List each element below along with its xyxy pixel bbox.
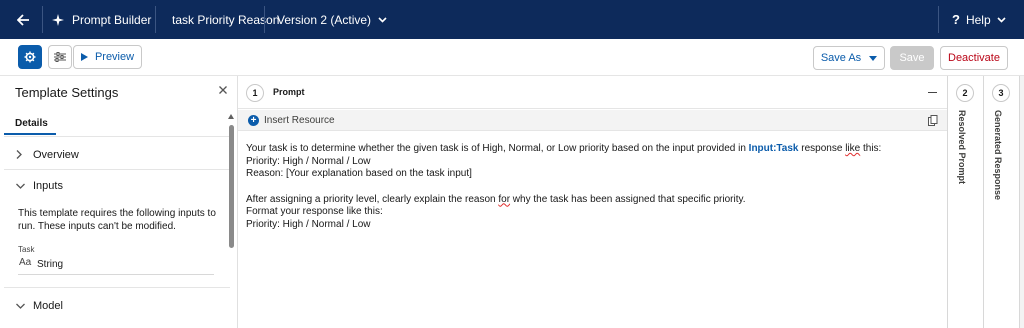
model-label: Model xyxy=(33,300,63,312)
save-as-label: Save As xyxy=(820,52,862,64)
back-button[interactable] xyxy=(4,3,42,36)
sliders-icon xyxy=(54,52,66,62)
nav-divider xyxy=(264,6,265,33)
version-selector[interactable]: Version 2 (Active) xyxy=(277,0,387,39)
prompt-line: Your task is to determine whether the gi… xyxy=(246,143,936,156)
configure-button[interactable] xyxy=(48,45,72,69)
app-title: Prompt Builder xyxy=(52,0,151,39)
section-inputs[interactable]: Inputs xyxy=(4,172,230,200)
field-underline xyxy=(18,274,214,275)
play-icon xyxy=(80,53,88,61)
scrollbar-thumb[interactable] xyxy=(229,125,234,248)
version-label: Version 2 (Active) xyxy=(277,12,372,27)
tab-details[interactable]: Details xyxy=(4,112,56,135)
add-circle-icon[interactable]: + xyxy=(248,115,259,126)
prompt-line: Priority: High / Normal / Low xyxy=(246,155,371,167)
einstein-sparkle-icon xyxy=(52,13,64,26)
tab-divider xyxy=(4,136,230,137)
section-overview[interactable]: Overview xyxy=(4,141,230,169)
prompt-header: 1 Prompt xyxy=(238,76,948,109)
save-as-button[interactable]: Save As xyxy=(813,46,885,70)
app-name: Prompt Builder xyxy=(72,12,152,27)
chevron-down-icon xyxy=(16,183,25,189)
step-number-badge: 2 xyxy=(956,84,974,102)
input-name-label: Task xyxy=(18,245,35,254)
step-number-badge: 3 xyxy=(992,84,1010,102)
panel-title: Template Settings xyxy=(15,85,119,100)
question-icon: ? xyxy=(952,12,960,27)
scroll-up-icon[interactable] xyxy=(228,114,234,119)
resolved-prompt-label: Resolved Prompt xyxy=(957,110,967,185)
preview-label: Preview xyxy=(94,51,135,63)
step-number-badge: 1 xyxy=(246,84,264,102)
preview-button[interactable]: Preview xyxy=(73,45,142,69)
generated-response-rail[interactable]: 3 Generated Response xyxy=(983,76,1019,328)
generated-response-label: Generated Response xyxy=(993,110,1003,201)
copy-icon[interactable] xyxy=(928,115,938,126)
help-menu[interactable]: ? Help xyxy=(952,0,1006,39)
minimize-icon[interactable] xyxy=(928,92,937,93)
insert-resource-bar: + Insert Resource xyxy=(238,110,948,131)
inputs-description: This template requires the following inp… xyxy=(18,208,216,232)
nav-divider xyxy=(938,6,939,33)
prompt-line: Priority: High / Normal / Low xyxy=(246,218,371,230)
prompt-title: Prompt xyxy=(273,87,305,97)
chevron-down-icon xyxy=(16,303,25,309)
text-type-icon: Aa xyxy=(19,257,32,268)
caret-down-icon xyxy=(869,55,878,61)
prompt-text: response xyxy=(798,143,846,154)
nav-divider xyxy=(155,6,156,33)
overview-label: Overview xyxy=(33,149,79,161)
chevron-right-icon xyxy=(16,150,22,159)
prompt-text: After assigning a priority level, clearl… xyxy=(246,193,499,205)
gear-icon xyxy=(24,51,36,63)
prompt-panel: 1 Prompt + Insert Resource Your task is … xyxy=(238,76,948,328)
inputs-label: Inputs xyxy=(33,180,63,192)
settings-button[interactable] xyxy=(18,45,42,69)
tab-details-label: Details xyxy=(15,118,48,129)
prompt-text: Your task is to determine whether the gi… xyxy=(246,143,749,154)
prompt-line: Format your response like this: xyxy=(246,206,383,217)
chevron-down-icon xyxy=(997,16,1006,23)
chevron-down-icon xyxy=(378,16,387,23)
insert-resource-button[interactable]: Insert Resource xyxy=(264,115,335,126)
page-edge xyxy=(1019,76,1024,328)
close-icon[interactable] xyxy=(219,86,227,94)
spellcheck-word: for xyxy=(498,193,511,205)
deactivate-button[interactable]: Deactivate xyxy=(940,46,1008,70)
prompt-editor[interactable]: Your task is to determine whether the gi… xyxy=(246,143,936,231)
prompt-line: After assigning a priority level, clearl… xyxy=(246,194,936,207)
section-divider xyxy=(4,287,230,288)
save-button[interactable]: Save xyxy=(890,46,934,70)
input-type-value: String xyxy=(37,259,64,270)
nav-divider xyxy=(42,6,43,33)
spellcheck-word: like xyxy=(845,143,861,154)
section-divider xyxy=(4,169,230,170)
resolved-prompt-rail[interactable]: 2 Resolved Prompt xyxy=(947,76,983,328)
section-model[interactable]: Model xyxy=(4,292,230,320)
arrow-left-icon xyxy=(16,13,29,26)
panel-header: Template Settings xyxy=(4,76,238,108)
prompt-text: this: xyxy=(860,143,882,154)
prompt-line: Reason: [Your explanation based on the t… xyxy=(246,168,472,179)
top-nav-bar: Prompt Builder task Priority Reason Vers… xyxy=(0,0,1024,39)
help-label: Help xyxy=(965,12,991,27)
prompt-text: why the task has been assigned that spec… xyxy=(510,193,746,205)
template-settings-panel: Template Settings Details Overview Input… xyxy=(4,76,238,328)
builder-toolbar: Preview Save As Save Deactivate xyxy=(0,39,1024,76)
merge-field-reference[interactable]: Input:Task xyxy=(749,143,799,154)
